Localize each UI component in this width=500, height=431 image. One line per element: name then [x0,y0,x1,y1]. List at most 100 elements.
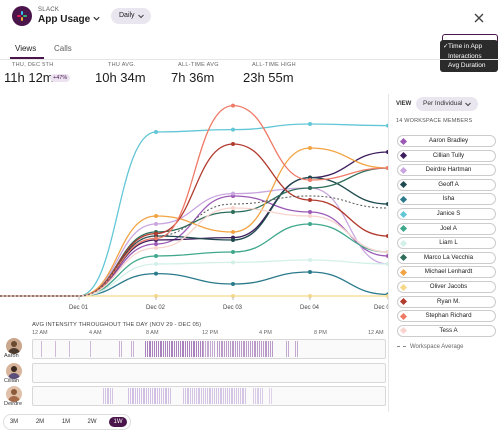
data-point [231,230,235,234]
time-label: 12 AM [368,330,384,336]
intensity-bar [132,388,134,404]
stat-value: 7h 36m [171,70,215,85]
chevron-down-icon [138,14,144,19]
view-select-value: Per Individual [423,100,463,107]
intensity-bar [261,341,263,357]
view-select[interactable]: Per Individual [416,97,478,111]
period-select[interactable]: Daily [111,8,151,24]
intensity-bar [131,341,133,357]
data-point [308,270,312,274]
intensity-bar [207,388,209,404]
intensity-bar [158,388,161,404]
intensity-bar [163,388,165,404]
intensity-bar [145,341,147,357]
member-item[interactable]: Oliver Jacobs [397,281,496,293]
member-item[interactable]: Geoff A [397,178,496,191]
series-deirdre-hartman [0,186,388,297]
menu-item-avg-duration[interactable]: Avg Duration [440,61,498,71]
member-item[interactable]: Marco La Vecchia [397,251,496,264]
x-tick-label: Dec 05 [374,305,388,311]
intensity-bar [242,388,244,404]
member-item[interactable]: Janice S [397,208,496,220]
member-item[interactable]: Stephan Richard [397,310,496,323]
member-item[interactable]: Ryan M. [397,295,496,308]
intensity-bar [236,341,239,357]
x-tick-label: Dec 04 [300,305,320,311]
intensity-bar [269,388,271,404]
close-button[interactable] [470,9,488,27]
member-item[interactable]: Cillian Tully [397,149,496,162]
intensity-bar [136,388,139,404]
chevron-down-icon [93,16,100,21]
member-item[interactable]: Joel A [397,222,496,235]
data-point [154,242,158,246]
intensity-bar [255,388,257,404]
workspace-average-label: Workspace Average [410,344,464,350]
intensity-bar [235,388,238,404]
member-name: Janice S [436,210,461,217]
tab-views[interactable]: Views [15,44,36,53]
member-item[interactable]: Aaron Bradley [397,135,496,147]
stat-label: ALL-TIME AVG [178,62,219,68]
intensity-bar [239,341,241,357]
member-item[interactable]: Tess A [397,324,496,337]
member-item[interactable]: Deirdre Hartman [397,164,496,177]
series-tess-a [0,206,388,297]
member-item[interactable]: Liam L [397,237,496,250]
intensity-bar [224,388,227,404]
series-isha [0,270,388,297]
intensity-bar [259,388,261,404]
avatar [6,363,22,379]
intensity-bar [244,388,246,404]
data-point [231,238,235,242]
intensity-bar [107,388,109,404]
intensity-strip [32,363,386,383]
intensity-bar [229,388,231,404]
intensity-bar [207,341,209,357]
range-1m[interactable]: 1M [57,417,75,427]
intensity-bar [221,341,223,357]
member-item[interactable]: Michael Lenhardt [397,266,496,279]
intensity-bar [233,388,235,404]
data-point [231,206,235,210]
intensity-bar [191,341,193,357]
member-name: Tess A [439,326,458,334]
intensity-bar [209,388,211,404]
intensity-bar [103,388,105,404]
data-point [154,254,158,258]
title-dropdown-button[interactable] [92,10,101,28]
member-name: Stephan Richard [425,312,472,320]
intensity-bar [197,341,200,357]
member-name: Joel A [440,224,457,232]
menu-item-time-in-app[interactable]: ✓ Time in App [440,42,498,52]
range-3m[interactable]: 3M [5,417,23,427]
intensity-bar [128,388,130,404]
intensity-bar [211,388,213,404]
intensity-bar [182,341,184,357]
check-icon: ✓ [443,43,449,50]
intensity-bar [241,341,243,357]
avatar [6,386,22,402]
range-1w[interactable]: 1W [109,417,127,427]
data-point [308,214,312,218]
series-liam-l [0,258,388,297]
workspace-name: SLACK [38,7,60,13]
intensity-bar [175,341,178,357]
intensity-bar [185,388,187,404]
intensity-bar [55,341,57,357]
intensity-bar [151,341,153,357]
range-2w[interactable]: 2W [83,417,101,427]
page-title: App Usage [38,14,91,25]
member-item[interactable]: Isha [397,193,496,206]
range-2m[interactable]: 2M [31,417,49,427]
data-point [231,210,235,214]
members-count: 14 WORKSPACE MEMBERS [396,118,473,124]
member-name: Oliver Jacobs [429,283,468,290]
x-tick-label: Dec 03 [223,305,243,311]
tab-calls[interactable]: Calls [54,44,72,53]
intensity-bar [218,388,220,404]
intensity-bar [111,388,114,404]
workspace-logo [12,6,32,26]
series-joel-a [0,222,388,297]
intensity-bar [139,388,141,404]
